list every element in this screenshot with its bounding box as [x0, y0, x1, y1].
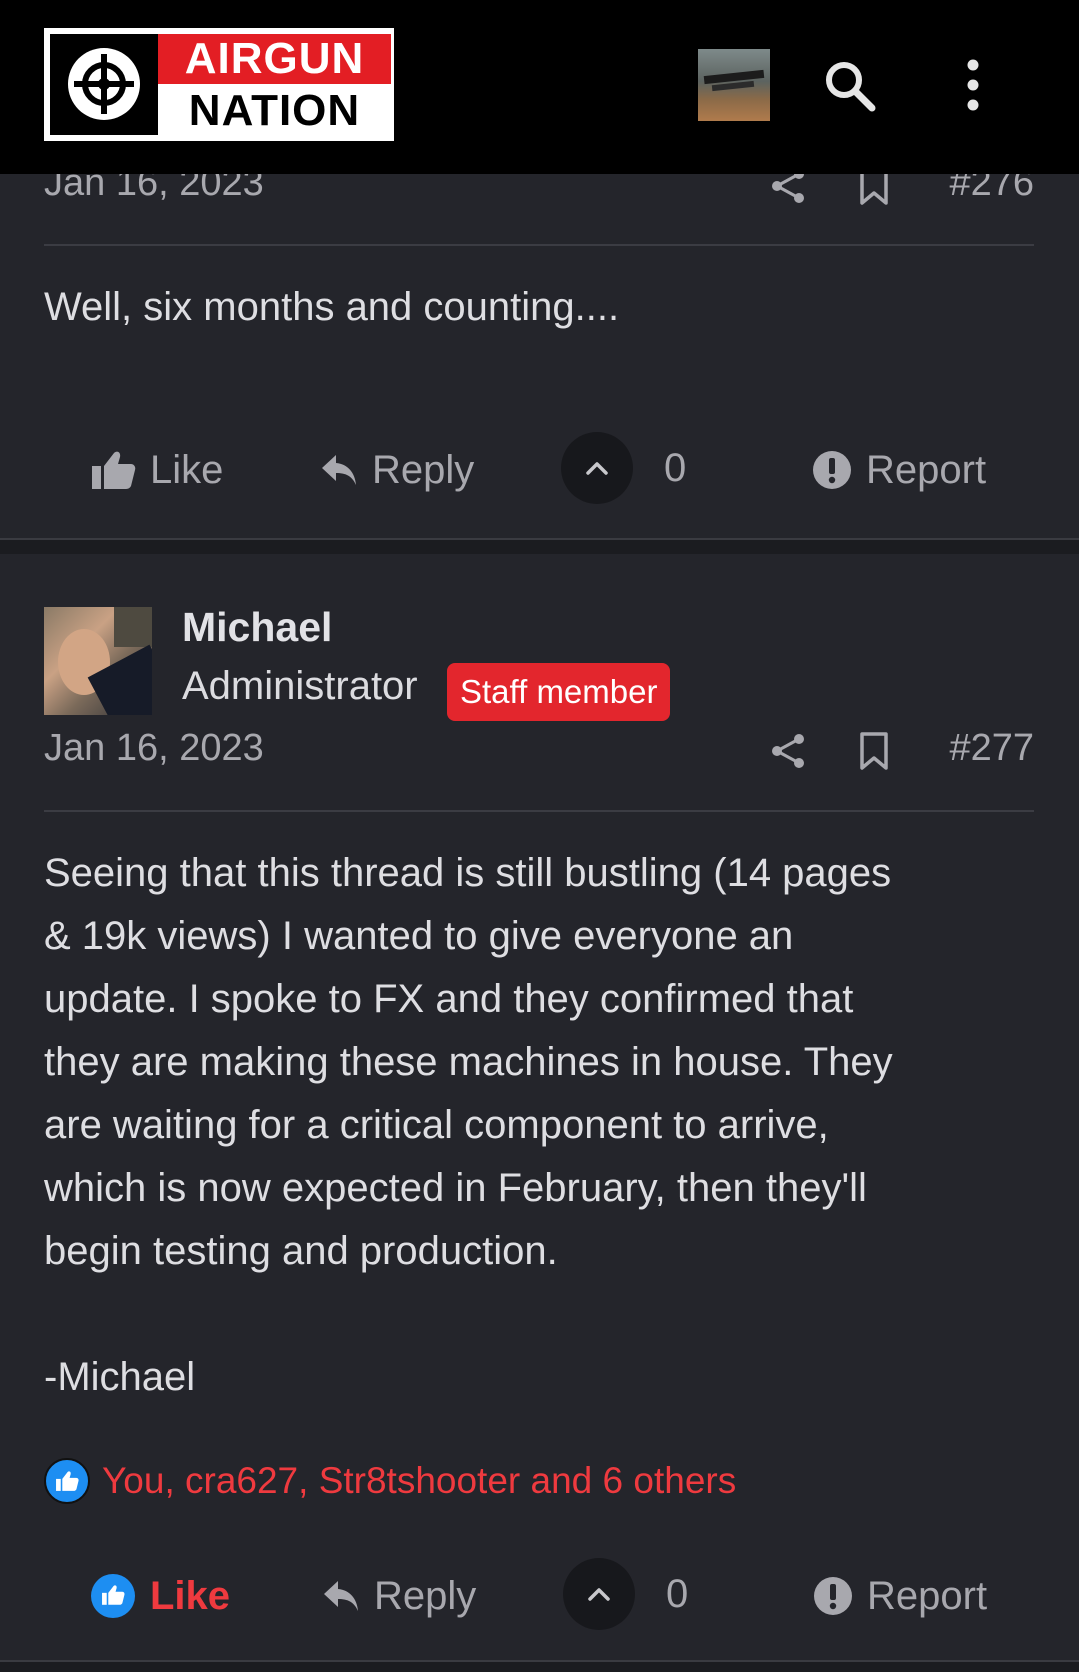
- post-277-meta: Jan 16, 2023 #277: [44, 727, 1034, 777]
- user-avatar[interactable]: [698, 49, 770, 121]
- chevron-up-icon: [586, 462, 608, 475]
- logo-text-airgun: AIRGUN: [158, 34, 391, 84]
- body-line: which is now expected in February, then …: [44, 1166, 867, 1210]
- search-icon[interactable]: [820, 56, 880, 116]
- reply-icon: [324, 1581, 358, 1611]
- post-277-actions: Like Reply 0 Report: [0, 1558, 1079, 1634]
- reply-label: Reply: [372, 447, 475, 492]
- body-line: they are making these machines in house.…: [44, 1040, 893, 1084]
- chevron-up-icon: [588, 1588, 610, 1601]
- vote-count: 0: [664, 446, 687, 490]
- report-icon: [814, 1577, 852, 1615]
- post-number[interactable]: #277: [949, 727, 1034, 770]
- like-label: Like: [150, 447, 224, 492]
- report-button[interactable]: Report: [813, 1558, 987, 1634]
- bookmark-icon[interactable]: [856, 731, 892, 771]
- body-line: begin testing and production.: [44, 1229, 558, 1273]
- divider: [44, 810, 1034, 812]
- post-276-actions: Like Reply 0 Report: [0, 432, 1079, 508]
- upvote-button[interactable]: [561, 432, 633, 504]
- thumbs-up-icon: [92, 451, 136, 489]
- logo-text-nation: NATION: [158, 84, 391, 135]
- post-signature: -Michael: [44, 1355, 196, 1399]
- like-button[interactable]: Like: [90, 432, 223, 508]
- thumbs-up-icon: [91, 1574, 135, 1618]
- post-body: Seeing that this thread is still bustlin…: [44, 842, 1034, 1283]
- vote-count: 0: [666, 1572, 689, 1616]
- divider: [44, 244, 1034, 246]
- staff-badge: Staff member: [447, 663, 671, 721]
- body-line: update. I spoke to FX and they confirmed…: [44, 977, 854, 1021]
- report-label: Report: [867, 1573, 988, 1618]
- body-line: Seeing that this thread is still bustlin…: [44, 851, 892, 895]
- target-logo-icon: [50, 34, 158, 135]
- body-line: are waiting for a critical component to …: [44, 1103, 829, 1147]
- reactions-summary[interactable]: You, cra627, Str8tshooter and 6 others: [44, 1458, 736, 1504]
- share-icon[interactable]: [768, 731, 808, 771]
- reply-icon: [322, 455, 356, 485]
- reply-label: Reply: [374, 1573, 477, 1618]
- author-avatar[interactable]: [44, 607, 152, 715]
- reactions-list[interactable]: You, cra627, Str8tshooter and 6 others: [102, 1460, 736, 1502]
- post-separator: [0, 1660, 1079, 1672]
- report-button[interactable]: Report: [812, 432, 986, 508]
- site-logo[interactable]: AIRGUN NATION: [44, 28, 394, 141]
- report-label: Report: [866, 447, 987, 492]
- body-line: & 19k views) I wanted to give everyone a…: [44, 914, 794, 958]
- upvote-button[interactable]: [563, 1558, 635, 1630]
- author-role: Administrator: [182, 664, 418, 708]
- like-button[interactable]: Like: [90, 1558, 230, 1634]
- top-bar: AIRGUN NATION: [0, 0, 1079, 174]
- post-date[interactable]: Jan 16, 2023: [44, 727, 264, 770]
- post-body: Well, six months and counting....: [44, 285, 620, 329]
- more-vertical-icon[interactable]: [958, 56, 988, 116]
- post-separator: [0, 538, 1079, 554]
- thumbs-up-icon: [44, 1458, 90, 1504]
- reply-button[interactable]: Reply: [320, 432, 474, 508]
- report-icon: [813, 451, 851, 489]
- reply-button[interactable]: Reply: [322, 1558, 476, 1634]
- author-name[interactable]: Michael: [182, 604, 332, 651]
- like-label: Like: [150, 1573, 231, 1618]
